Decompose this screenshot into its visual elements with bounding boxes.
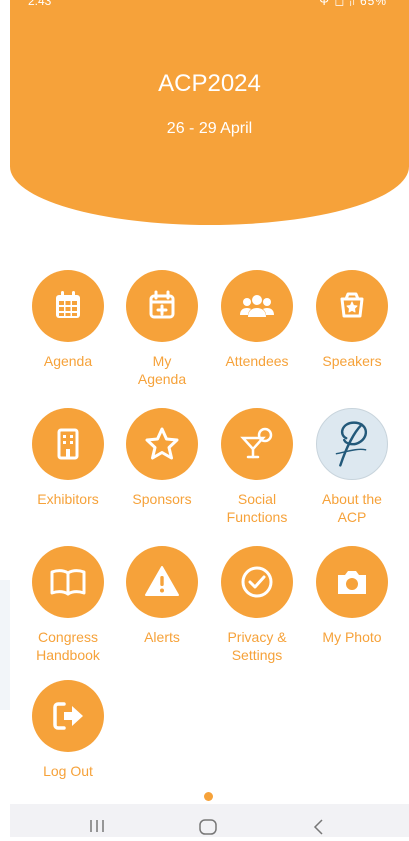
- home-button[interactable]: [198, 818, 218, 841]
- star-icon: [126, 408, 198, 480]
- event-title: ACP2024: [158, 70, 261, 97]
- tile-label-social-functions: Social Functions: [226, 491, 288, 525]
- tile-label-speakers: Speakers: [322, 353, 382, 369]
- recent-apps-button[interactable]: [88, 818, 106, 839]
- left-edge-tint: [0, 580, 10, 710]
- tile-label-about-acp: About the ACP: [322, 491, 382, 525]
- tile-social-functions[interactable]: Social Functions: [212, 408, 302, 526]
- tile-label-alerts: Alerts: [144, 629, 180, 645]
- tile-label-log-out: Log Out: [43, 763, 93, 779]
- tile-agenda[interactable]: Agenda: [23, 270, 113, 370]
- back-button[interactable]: [312, 818, 326, 841]
- tile-speakers[interactable]: Speakers: [307, 270, 397, 370]
- event-dates: 26 - 29 April: [166, 120, 253, 137]
- page-indicator-dot: [204, 792, 213, 801]
- tile-my-photo[interactable]: My Photo: [307, 546, 397, 646]
- tile-congress-handbook[interactable]: Congress Handbook: [23, 546, 113, 664]
- android-nav-bar: [10, 804, 409, 837]
- tile-label-exhibitors: Exhibitors: [37, 491, 99, 507]
- tile-label-privacy-settings: Privacy & Settings: [227, 629, 287, 663]
- trophy-star-icon: [316, 270, 388, 342]
- building-icon: [32, 408, 104, 480]
- tile-label-my-photo: My Photo: [322, 629, 382, 645]
- tile-exhibitors[interactable]: Exhibitors: [23, 408, 113, 508]
- acp-logo: [316, 408, 388, 480]
- tile-sponsors[interactable]: Sponsors: [117, 408, 207, 508]
- logout-icon: [32, 680, 104, 752]
- tile-privacy-settings[interactable]: Privacy & Settings: [212, 546, 302, 664]
- calendar-grid-icon: [32, 270, 104, 342]
- tile-label-my-agenda: My Agenda: [137, 353, 187, 387]
- home-icon: [199, 819, 217, 835]
- tile-log-out[interactable]: Log Out: [23, 680, 113, 780]
- header-banner: [10, 0, 409, 225]
- book-open-icon: [32, 546, 104, 618]
- camera-icon: [316, 546, 388, 618]
- tile-alerts[interactable]: Alerts: [117, 546, 207, 646]
- tile-label-agenda: Agenda: [43, 353, 93, 369]
- tile-label-sponsors: Sponsors: [132, 491, 192, 507]
- tile-about-acp[interactable]: About the ACP: [307, 408, 397, 526]
- back-chevron-icon: [313, 819, 323, 835]
- check-circle-icon: [221, 546, 293, 618]
- status-bar: 2:43 Ψ ◻ ᵢₗ 65%: [10, 0, 409, 18]
- cocktail-icon: [221, 408, 293, 480]
- tile-attendees[interactable]: Attendees: [212, 270, 302, 370]
- warning-icon: [126, 546, 198, 618]
- status-time: 2:43: [28, 0, 52, 8]
- tile-label-attendees: Attendees: [225, 353, 289, 369]
- calendar-plus-icon: [126, 270, 198, 342]
- tile-label-congress-handbook: Congress Handbook: [36, 629, 100, 663]
- users-group-icon: [221, 270, 293, 342]
- tile-my-agenda[interactable]: My Agenda: [117, 270, 207, 388]
- recent-apps-icon: [90, 820, 104, 832]
- status-indicators: Ψ ◻ ᵢₗ 65%: [319, 0, 387, 8]
